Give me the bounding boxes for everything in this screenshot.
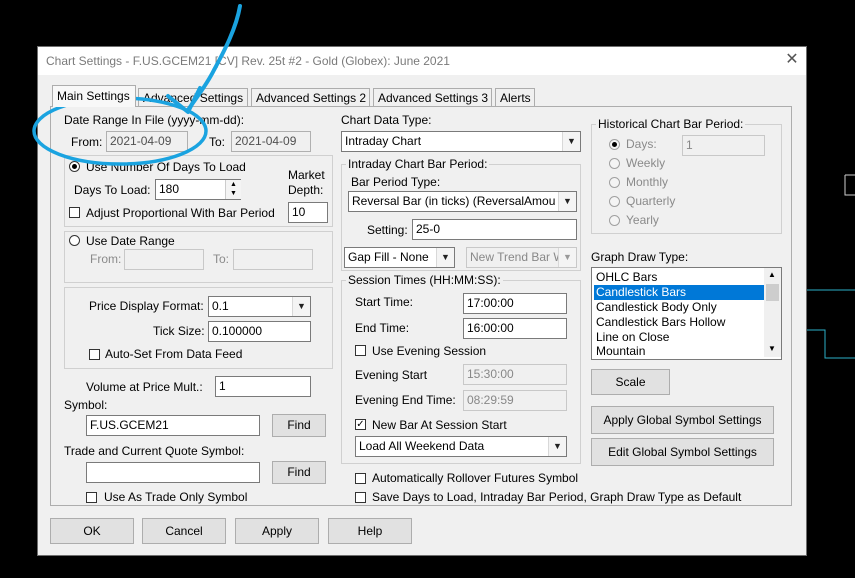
annotation-arrow-head — [166, 86, 202, 114]
tab-main-settings[interactable]: Main Settings — [52, 85, 136, 107]
